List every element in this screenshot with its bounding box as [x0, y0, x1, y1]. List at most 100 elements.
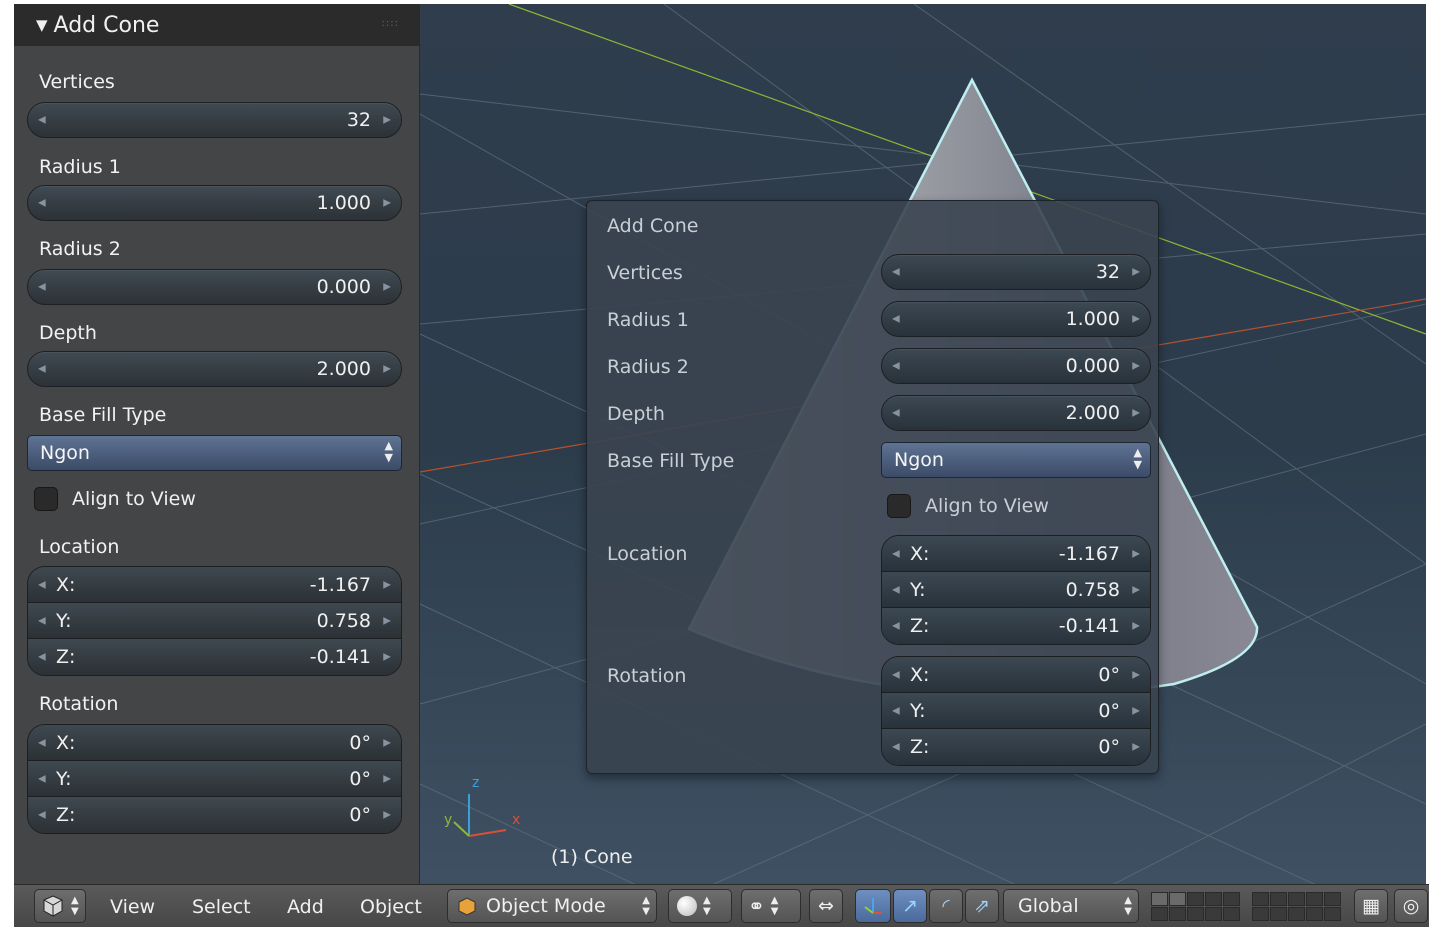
- decrement-arrow-icon[interactable]: ◀: [892, 742, 900, 753]
- align-to-view-row[interactable]: Align to View: [34, 487, 196, 511]
- popup-rotation-y-field[interactable]: ◀ Y: 0° ▶: [882, 693, 1150, 729]
- redo-last-popup: Add Cone Vertices ◀ 32 ▶ Radius 1 ◀ 1.00…: [586, 200, 1159, 774]
- align-to-view-checkbox[interactable]: [34, 487, 58, 511]
- menu-select[interactable]: Select: [192, 896, 251, 918]
- layer-buttons-group-1[interactable]: [1151, 892, 1240, 921]
- popup-location-x-field[interactable]: ◀ X: -1.167 ▶: [882, 536, 1150, 572]
- collapse-triangle-icon[interactable]: ▼: [36, 16, 48, 34]
- increment-arrow-icon[interactable]: ▶: [383, 773, 391, 784]
- decrement-arrow-icon[interactable]: ◀: [38, 652, 46, 663]
- drag-grip-icon[interactable]: ::::: [382, 18, 399, 29]
- decrement-arrow-icon[interactable]: ◀: [38, 282, 46, 293]
- decrement-arrow-icon[interactable]: ◀: [38, 579, 46, 590]
- increment-arrow-icon[interactable]: ▶: [1132, 267, 1140, 278]
- increment-arrow-icon[interactable]: ▶: [1132, 408, 1140, 419]
- increment-arrow-icon[interactable]: ▶: [1132, 669, 1140, 680]
- radius2-field[interactable]: ◀ 0.000 ▶: [27, 269, 402, 305]
- increment-arrow-icon[interactable]: ▶: [383, 579, 391, 590]
- menu-add[interactable]: Add: [287, 896, 324, 918]
- decrement-arrow-icon[interactable]: ◀: [38, 810, 46, 821]
- scale-manipulator-button[interactable]: ⇗: [965, 889, 999, 923]
- rotation-z-field[interactable]: ◀ Z: 0° ▶: [28, 797, 401, 833]
- increment-arrow-icon[interactable]: ▶: [383, 282, 391, 293]
- vertices-field[interactable]: ◀ 32 ▶: [27, 102, 402, 138]
- popup-location-y-field[interactable]: ◀ Y: 0.758 ▶: [882, 572, 1150, 608]
- decrement-arrow-icon[interactable]: ◀: [892, 548, 900, 559]
- rotate-manipulator-button[interactable]: ◜: [929, 889, 963, 923]
- rotation-y-field[interactable]: ◀ Y: 0° ▶: [28, 761, 401, 797]
- axis-z-label: z: [472, 775, 479, 791]
- radius1-field[interactable]: ◀ 1.000 ▶: [27, 185, 402, 221]
- pivot-point-dropdown[interactable]: ⚭ ▲ ▼: [741, 889, 801, 923]
- decrement-arrow-icon[interactable]: ◀: [892, 621, 900, 632]
- increment-arrow-icon[interactable]: ▶: [1132, 361, 1140, 372]
- decrement-arrow-icon[interactable]: ◀: [892, 314, 900, 325]
- popup-radius2-field[interactable]: ◀ 0.000 ▶: [881, 348, 1151, 384]
- decrement-arrow-icon[interactable]: ◀: [892, 669, 900, 680]
- viewport-shading-dropdown[interactable]: ▲ ▼: [668, 889, 732, 923]
- editor-type-button[interactable]: ▲ ▼: [34, 889, 86, 923]
- popup-base-fill-dropdown[interactable]: Ngon ▲ ▼: [881, 442, 1151, 478]
- increment-arrow-icon[interactable]: ▶: [383, 652, 391, 663]
- menu-object[interactable]: Object: [360, 896, 422, 918]
- increment-arrow-icon[interactable]: ▶: [383, 737, 391, 748]
- location-x-field[interactable]: ◀ X: -1.167 ▶: [28, 567, 401, 603]
- axis-label: Y:: [56, 767, 72, 790]
- base-fill-dropdown[interactable]: Ngon ▲ ▼: [27, 435, 402, 471]
- increment-arrow-icon[interactable]: ▶: [1132, 705, 1140, 716]
- popup-align-to-view-row[interactable]: Align to View: [887, 494, 1049, 518]
- updown-arrows-icon: ▲ ▼: [1133, 446, 1142, 471]
- popup-radius2-label: Radius 2: [607, 356, 689, 378]
- increment-arrow-icon[interactable]: ▶: [383, 198, 391, 209]
- increment-arrow-icon[interactable]: ▶: [1132, 742, 1140, 753]
- increment-arrow-icon[interactable]: ▶: [383, 615, 391, 626]
- location-z-field[interactable]: ◀ Z: -0.141 ▶: [28, 639, 401, 675]
- decrement-arrow-icon[interactable]: ◀: [892, 408, 900, 419]
- increment-arrow-icon[interactable]: ▶: [383, 810, 391, 821]
- popup-radius1-field[interactable]: ◀ 1.000 ▶: [881, 301, 1151, 337]
- manipulate-center-button[interactable]: ⇔: [809, 889, 843, 923]
- transform-orientation-dropdown[interactable]: Global ▲ ▼: [1003, 889, 1139, 923]
- popup-location-z-field[interactable]: ◀ Z: -0.141 ▶: [882, 608, 1150, 644]
- menu-view[interactable]: View: [110, 896, 155, 918]
- decrement-arrow-icon[interactable]: ◀: [38, 773, 46, 784]
- increment-arrow-icon[interactable]: ▶: [383, 364, 391, 375]
- location-z-value: -0.141: [309, 646, 371, 668]
- increment-arrow-icon[interactable]: ▶: [1132, 314, 1140, 325]
- solid-shading-icon: [677, 896, 697, 916]
- decrement-arrow-icon[interactable]: ◀: [892, 267, 900, 278]
- operator-panel-header[interactable]: ▼ Add Cone ::::: [14, 4, 419, 46]
- decrement-arrow-icon[interactable]: ◀: [38, 198, 46, 209]
- decrement-arrow-icon[interactable]: ◀: [38, 115, 46, 126]
- decrement-arrow-icon[interactable]: ◀: [892, 584, 900, 595]
- updown-arrows-icon: ▲ ▼: [703, 895, 711, 917]
- increment-arrow-icon[interactable]: ▶: [1132, 584, 1140, 595]
- location-vector: ◀ X: -1.167 ▶ ◀ Y: 0.758 ▶ ◀ Z: -0.141 ▶: [27, 566, 402, 676]
- decrement-arrow-icon[interactable]: ◀: [38, 364, 46, 375]
- decrement-arrow-icon[interactable]: ◀: [38, 737, 46, 748]
- lock-layers-button[interactable]: ▦: [1354, 889, 1388, 923]
- mode-dropdown[interactable]: Object Mode ▲ ▼: [447, 889, 657, 923]
- popup-depth-field[interactable]: ◀ 2.000 ▶: [881, 395, 1151, 431]
- popup-vertices-field[interactable]: ◀ 32 ▶: [881, 254, 1151, 290]
- axis-label: Z:: [910, 615, 930, 637]
- layer-buttons-group-2[interactable]: [1252, 892, 1341, 921]
- depth-field[interactable]: ◀ 2.000 ▶: [27, 351, 402, 387]
- rotation-x-field[interactable]: ◀ X: 0° ▶: [28, 725, 401, 761]
- popup-vertices-label: Vertices: [607, 262, 683, 284]
- manipulator-toggle-button[interactable]: [855, 889, 891, 923]
- decrement-arrow-icon[interactable]: ◀: [38, 615, 46, 626]
- increment-arrow-icon[interactable]: ▶: [1132, 621, 1140, 632]
- increment-arrow-icon[interactable]: ▶: [383, 115, 391, 126]
- view-axis-gizmo: [453, 794, 507, 837]
- render-preview-button[interactable]: ◎: [1394, 889, 1428, 923]
- popup-vertices-value: 32: [1095, 261, 1120, 283]
- popup-rotation-z-field[interactable]: ◀ Z: 0° ▶: [882, 729, 1150, 765]
- popup-rotation-x-field[interactable]: ◀ X: 0° ▶: [882, 657, 1150, 693]
- decrement-arrow-icon[interactable]: ◀: [892, 705, 900, 716]
- increment-arrow-icon[interactable]: ▶: [1132, 548, 1140, 559]
- popup-align-to-view-checkbox[interactable]: [887, 494, 911, 518]
- location-y-field[interactable]: ◀ Y: 0.758 ▶: [28, 603, 401, 639]
- translate-manipulator-button[interactable]: ↗: [893, 889, 927, 923]
- decrement-arrow-icon[interactable]: ◀: [892, 361, 900, 372]
